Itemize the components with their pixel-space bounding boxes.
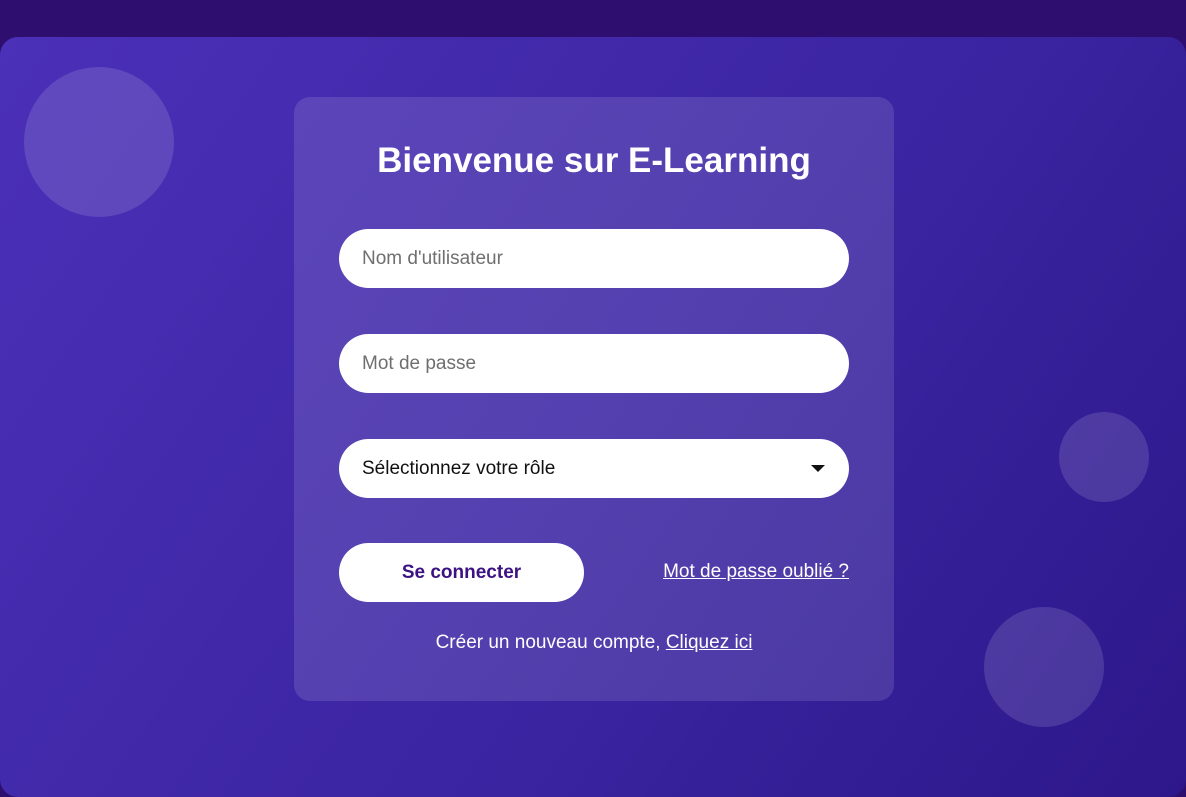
login-background: Bienvenue sur E-Learning Sélectionnez vo… <box>0 37 1186 797</box>
decorative-circle <box>984 607 1104 727</box>
login-button[interactable]: Se connecter <box>339 543 584 602</box>
page-title: Bienvenue sur E-Learning <box>377 141 811 180</box>
username-field-wrapper <box>339 229 849 288</box>
forgot-password-link[interactable]: Mot de passe oublié ? <box>663 561 849 583</box>
signup-prompt: Créer un nouveau compte, Cliquez ici <box>294 632 894 654</box>
role-select[interactable]: Sélectionnez votre rôle <box>339 439 849 498</box>
signup-link[interactable]: Cliquez ici <box>666 632 753 653</box>
password-input[interactable] <box>339 334 849 393</box>
decorative-circle <box>1059 412 1149 502</box>
password-field-wrapper <box>339 334 849 393</box>
signup-text: Créer un nouveau compte, <box>435 632 666 653</box>
role-select-value: Sélectionnez votre rôle <box>362 457 556 479</box>
caret-down-icon <box>811 465 825 472</box>
decorative-circle <box>24 67 174 217</box>
login-card: Bienvenue sur E-Learning Sélectionnez vo… <box>294 97 894 701</box>
username-input[interactable] <box>339 229 849 288</box>
